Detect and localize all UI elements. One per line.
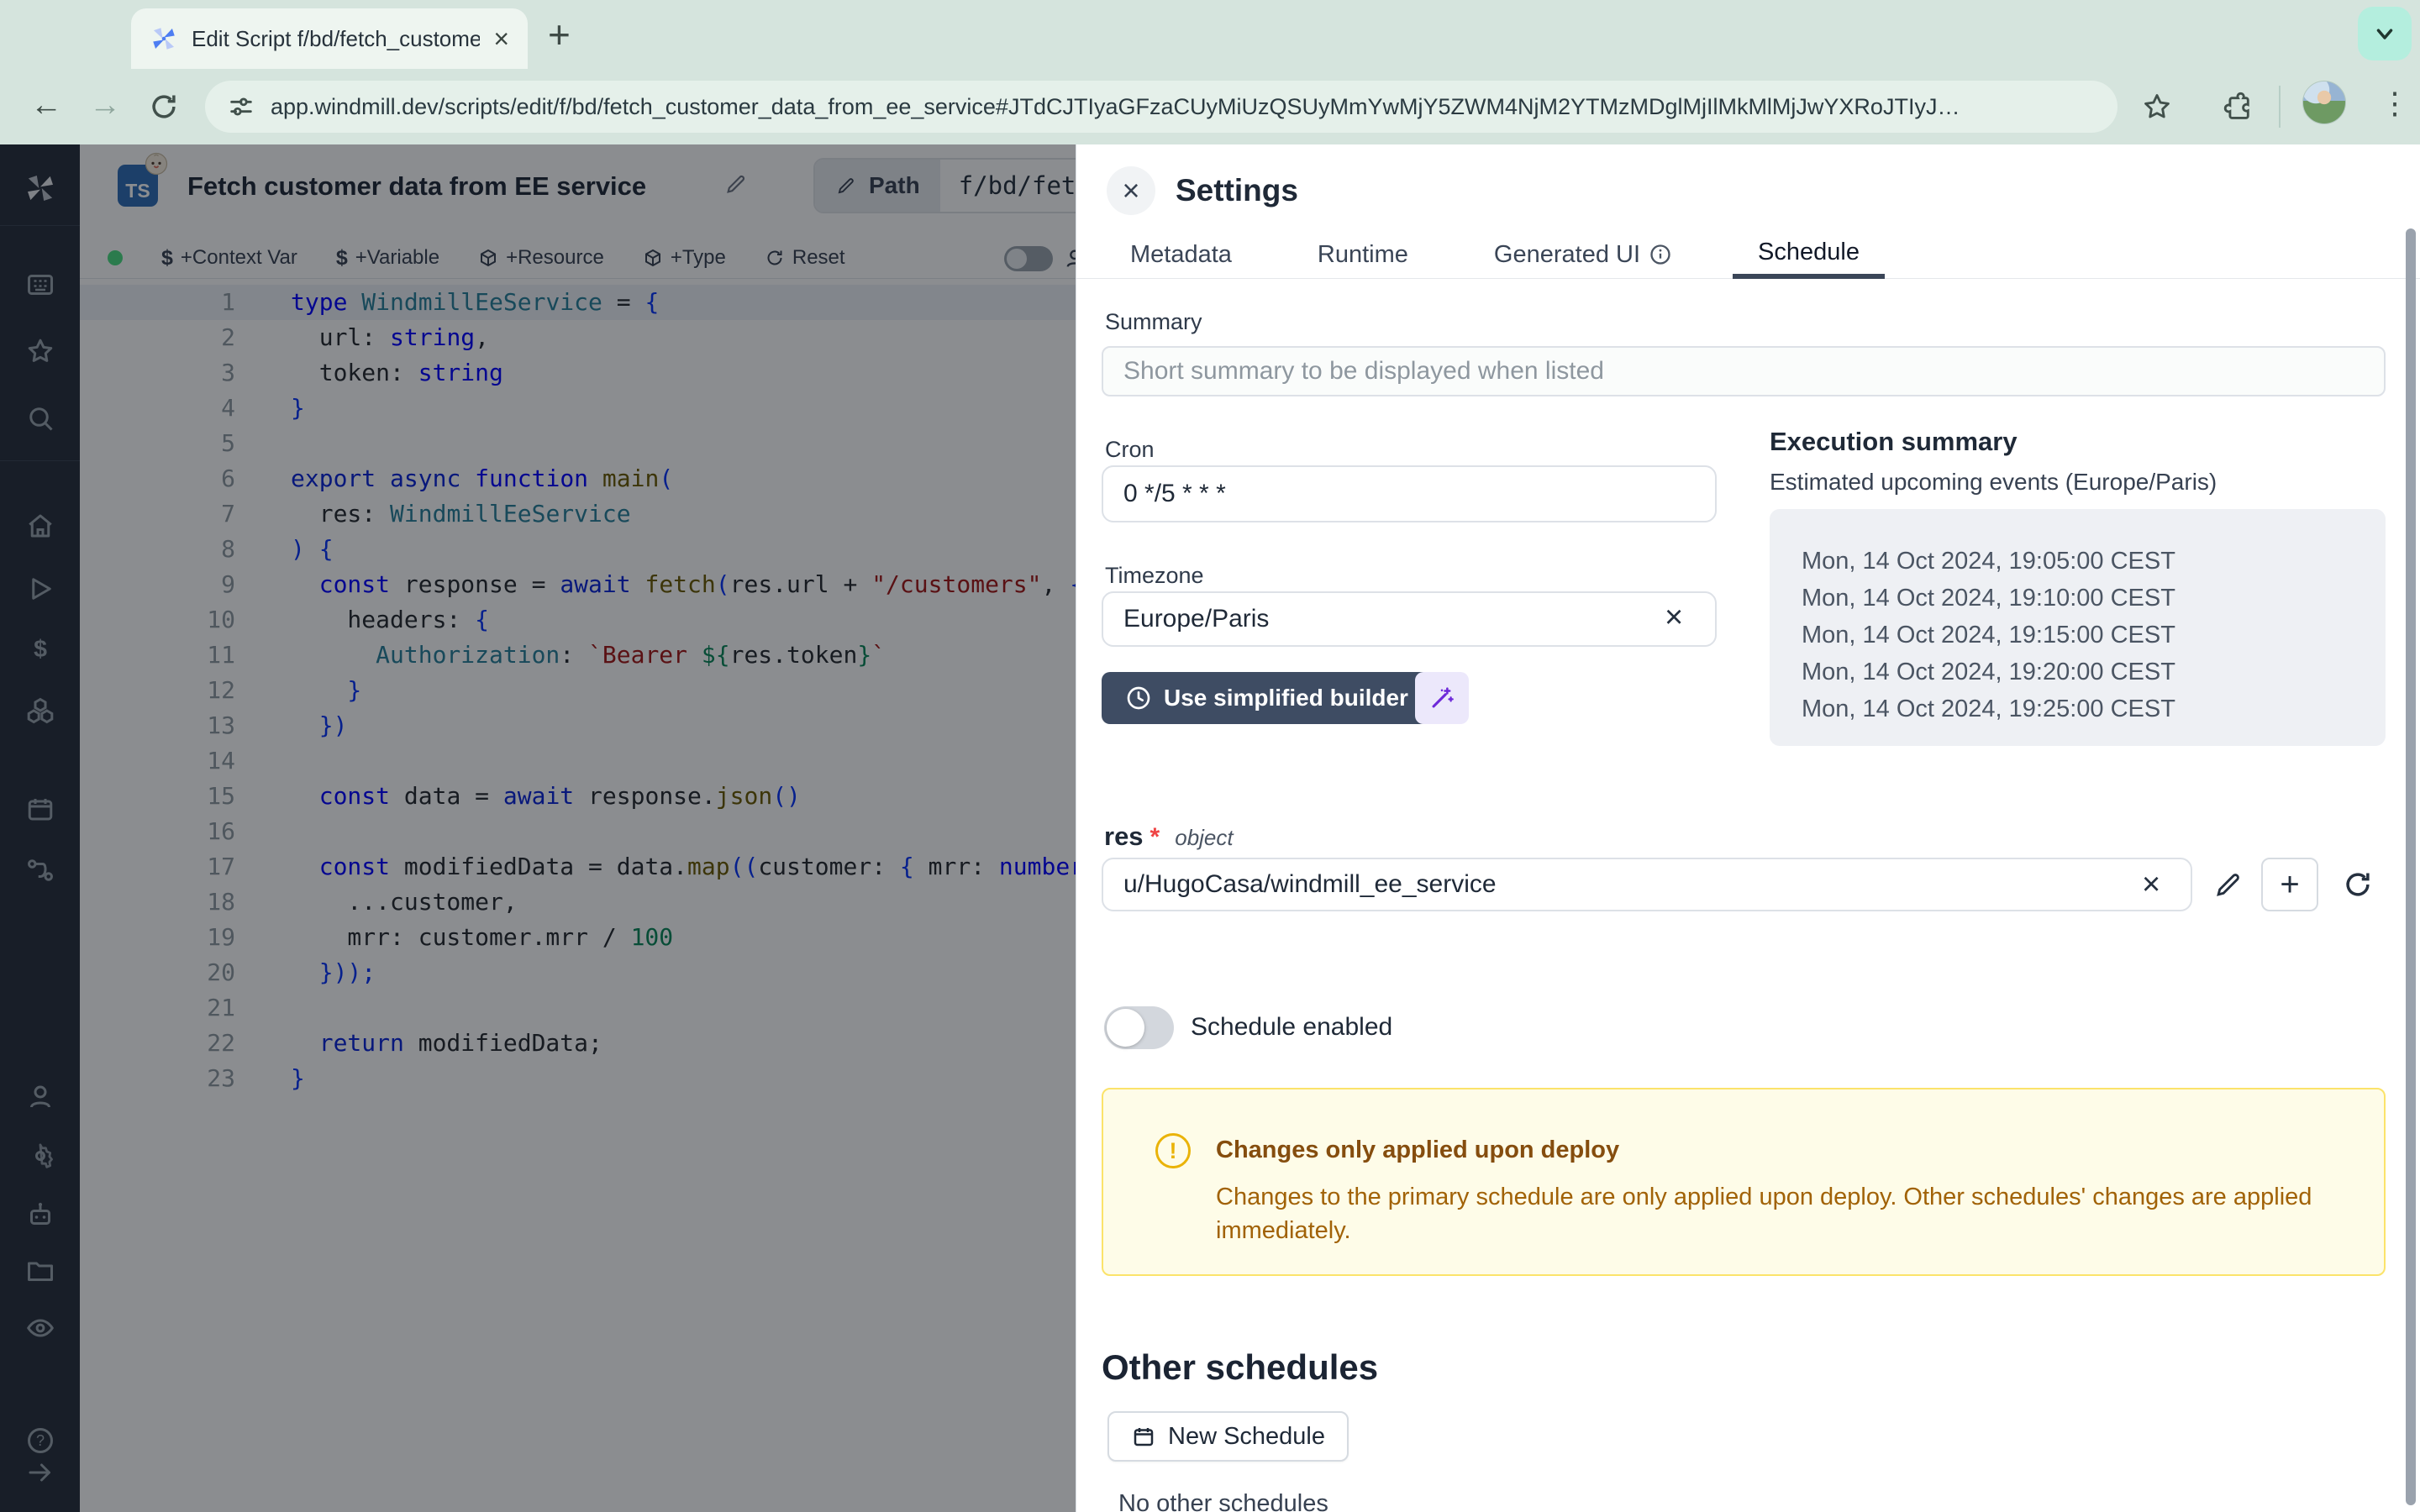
tab-title: Edit Script f/bd/fetch_custome	[192, 26, 480, 52]
settings-title: Settings	[1176, 173, 1298, 208]
url-text: app.windmill.dev/scripts/edit/f/bd/fetch…	[271, 94, 1960, 120]
no-other-schedules-text: No other schedules	[1118, 1490, 1328, 1512]
timezone-clear-icon[interactable]: ×	[1665, 600, 1683, 636]
chevron-down-icon	[2372, 21, 2397, 46]
browser-tab[interactable]: Edit Script f/bd/fetch_custome ×	[131, 8, 528, 69]
cron-input[interactable]	[1102, 465, 1717, 522]
info-icon	[1649, 243, 1672, 266]
tab-label: Metadata	[1130, 241, 1232, 269]
add-resource-button[interactable]: +	[2261, 858, 2318, 911]
windmill-favicon-icon	[150, 24, 178, 53]
settings-tab-generated-ui[interactable]: Generated UI	[1469, 230, 1697, 279]
clock-icon	[1125, 685, 1152, 711]
other-schedules-heading: Other schedules	[1102, 1347, 1378, 1388]
profile-avatar[interactable]	[2302, 81, 2346, 124]
warning-icon: !	[1155, 1133, 1191, 1168]
tab-close-icon[interactable]: ×	[493, 25, 509, 52]
arg-row: res* object	[1104, 822, 1234, 852]
close-settings-button[interactable]: ×	[1107, 166, 1155, 215]
use-simplified-builder-button[interactable]: Use simplified builder	[1102, 672, 1432, 724]
refresh-resource-icon[interactable]	[2342, 869, 2374, 900]
settings-tabs: Metadata Runtime Generated UI Schedule	[1076, 230, 2420, 279]
magic-wand-icon	[1428, 684, 1456, 712]
browser-toolbar: ← → app.windmill.dev/scripts/edit/f/bd/f…	[0, 69, 2420, 144]
drawer-dim-overlay[interactable]	[0, 144, 1076, 1512]
tab-bar: Edit Script f/bd/fetch_custome × +	[0, 0, 2420, 69]
upcoming-events-box: Mon, 14 Oct 2024, 19:05:00 CESTMon, 14 O…	[1770, 509, 2386, 746]
timezone-input[interactable]	[1102, 591, 1717, 647]
forward-button[interactable]: →	[89, 87, 121, 123]
tab-label: Runtime	[1318, 241, 1408, 269]
cron-label: Cron	[1105, 437, 1155, 463]
schedule-enabled-label: Schedule enabled	[1191, 1013, 1392, 1042]
settings-tab-runtime[interactable]: Runtime	[1292, 230, 1434, 279]
calendar-icon	[1131, 1424, 1156, 1449]
new-schedule-label: New Schedule	[1168, 1423, 1325, 1451]
arg-type: object	[1175, 825, 1233, 851]
warning-title: Changes only applied upon deploy	[1216, 1137, 1619, 1164]
required-asterisk: *	[1150, 823, 1160, 852]
timezone-label: Timezone	[1105, 563, 1204, 589]
drawer-scrollbar[interactable]	[2406, 228, 2416, 1505]
warning-body: Changes to the primary schedule are only…	[1216, 1180, 2359, 1247]
ai-cron-wand-button[interactable]	[1415, 672, 1469, 724]
builder-button-label: Use simplified builder	[1164, 685, 1408, 711]
upcoming-event: Mon, 14 Oct 2024, 19:15:00 CEST	[1802, 617, 2386, 654]
bookmark-star-icon[interactable]	[2141, 91, 2173, 123]
browser-menu-icon[interactable]: ⋮	[2380, 86, 2410, 121]
toolbar-divider	[2279, 86, 2281, 128]
upcoming-event: Mon, 14 Oct 2024, 19:25:00 CEST	[1802, 690, 2386, 727]
new-tab-button[interactable]: +	[548, 12, 571, 57]
upcoming-event: Mon, 14 Oct 2024, 19:05:00 CEST	[1802, 543, 2386, 580]
settings-tab-metadata[interactable]: Metadata	[1105, 230, 1257, 279]
resource-input[interactable]	[1102, 858, 2192, 911]
execution-summary-heading: Execution summary	[1770, 427, 2018, 457]
url-bar[interactable]: app.windmill.dev/scripts/edit/f/bd/fetch…	[205, 81, 2118, 133]
upcoming-event: Mon, 14 Oct 2024, 19:10:00 CEST	[1802, 580, 2386, 617]
browser-chrome: Edit Script f/bd/fetch_custome × + ← → a…	[0, 0, 2420, 144]
site-controls-icon[interactable]	[227, 92, 255, 121]
tab-label: Schedule	[1758, 239, 1860, 266]
extensions-puzzle-icon[interactable]	[2223, 91, 2255, 123]
settings-drawer: × Settings Metadata Runtime Generated UI Sc…	[1076, 144, 2420, 1512]
resource-clear-icon[interactable]: ×	[2142, 867, 2160, 903]
summary-label: Summary	[1105, 309, 1202, 335]
summary-input[interactable]	[1102, 346, 2386, 396]
arg-name: res	[1104, 822, 1144, 852]
windmill-app: $? TS Fetch customer data from EE servic…	[0, 144, 2420, 1512]
settings-tab-schedule[interactable]: Schedule	[1733, 230, 1885, 279]
schedule-enabled-toggle[interactable]	[1104, 1006, 1174, 1049]
window-chevron-button[interactable]	[2358, 7, 2412, 60]
reload-button[interactable]	[148, 91, 180, 123]
deploy-warning-box: ! Changes only applied upon deploy Chang…	[1102, 1088, 2386, 1276]
new-schedule-button[interactable]: New Schedule	[1107, 1411, 1349, 1462]
tab-label: Generated UI	[1494, 241, 1640, 269]
upcoming-event: Mon, 14 Oct 2024, 19:20:00 CEST	[1802, 654, 2386, 690]
back-button[interactable]: ←	[30, 87, 62, 123]
edit-resource-pencil-icon[interactable]	[2212, 869, 2244, 900]
execution-summary-subheading: Estimated upcoming events (Europe/Paris)	[1770, 469, 2217, 496]
